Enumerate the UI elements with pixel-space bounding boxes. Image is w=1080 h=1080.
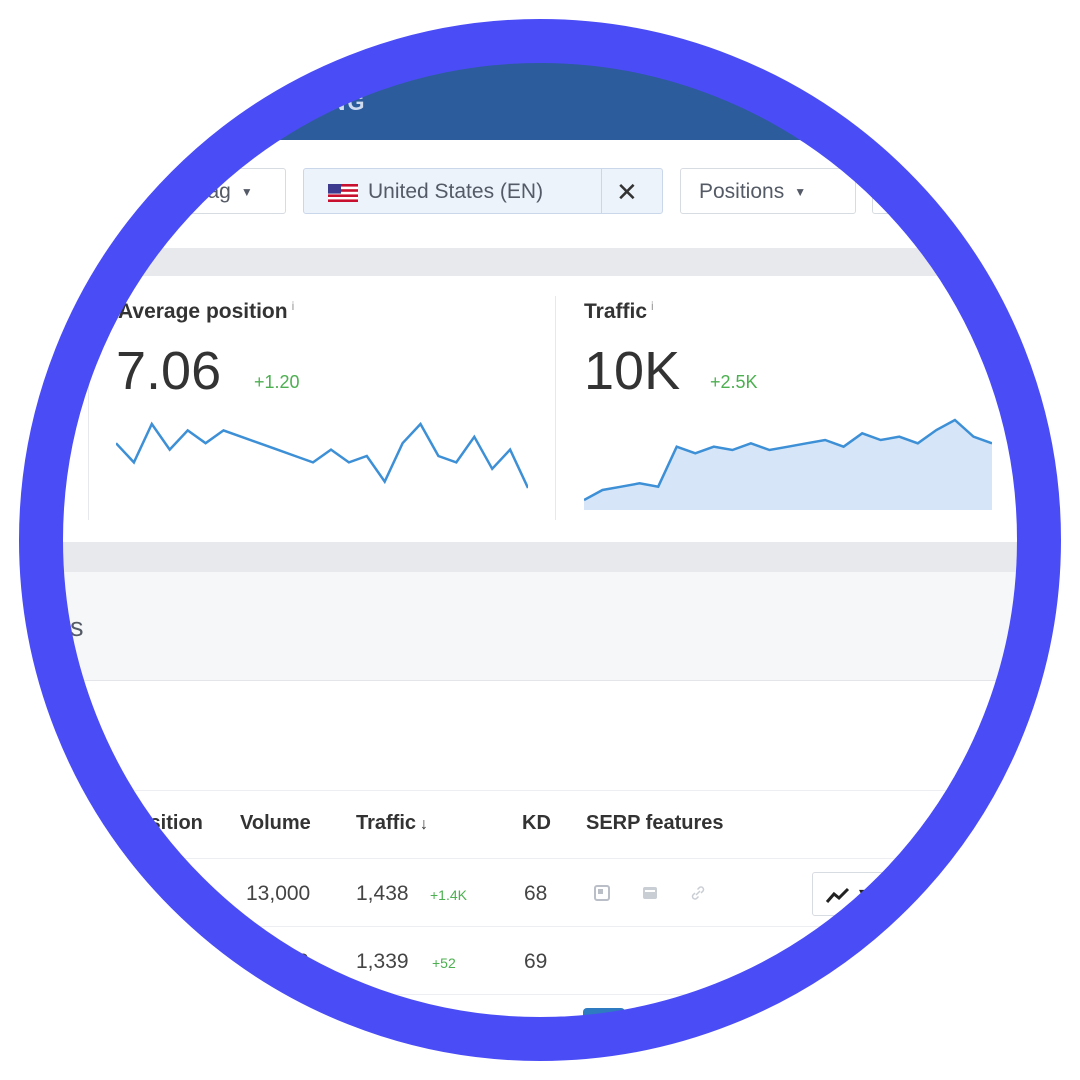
traffic-sparkline [584, 418, 992, 510]
traffic-delta: +1.4K [430, 887, 467, 903]
more-filter-label: V [889, 180, 904, 203]
positions-filter-label: Positions [699, 180, 785, 203]
traffic-value: 10K [584, 341, 681, 401]
kd-cell: 69 [524, 950, 548, 973]
column-header-traffic[interactable]: Traffic ↓ [356, 812, 428, 835]
app-header: SSING [0, 0, 1080, 140]
traffic-label: Traffic i [584, 299, 654, 323]
partial-sparkline [40, 464, 61, 476]
us-flag-icon [328, 184, 358, 202]
column-header-position[interactable]: Position [124, 812, 203, 835]
divider [0, 858, 1080, 859]
featured-snippet-icon [643, 887, 657, 899]
average-position-label: Average position i [118, 299, 295, 323]
country-filter-label: United States (EN) [368, 180, 544, 203]
divider [601, 169, 602, 213]
kd-cell: 61 [524, 1016, 548, 1039]
image-pack-icon [594, 885, 610, 901]
close-icon[interactable]: ✕ [616, 169, 638, 215]
link-icon [691, 886, 705, 900]
kd-cell: 68 [524, 882, 548, 905]
trend-line-icon [825, 887, 850, 903]
header-title: SSING [288, 90, 367, 115]
section-separator [0, 248, 1080, 276]
sitelinks-icon: ▪▪ [583, 1008, 625, 1044]
country-filter[interactable]: United States (EN) ✕ [303, 168, 663, 214]
divider [88, 296, 89, 520]
traffic-cell: 1,438 [356, 882, 409, 905]
volume-cell: ,000 [268, 950, 309, 973]
section-header [0, 572, 1080, 681]
positions-filter-dropdown[interactable]: Positions ▼ [680, 168, 856, 214]
divider [1018, 296, 1019, 520]
column-header-serp-features[interactable]: SERP features [586, 812, 723, 835]
sort-desc-icon: ↓ [420, 816, 429, 833]
traffic-cell: 1,339 [356, 950, 409, 973]
screenshot-stage: SSING Tag ▼ United States (EN) ✕ Position… [0, 0, 1080, 1080]
trend-chart-button[interactable] [808, 938, 888, 982]
tag-filter-label: Tag [197, 180, 231, 203]
chevron-down-icon: ▼ [240, 185, 253, 199]
chevron-down-icon: ▾ [859, 885, 868, 902]
zoomed-page: SSING Tag ▼ United States (EN) ✕ Position… [0, 0, 1080, 1080]
section-separator [0, 542, 1080, 572]
average-position-value: 7.06 [116, 341, 222, 401]
divider [0, 994, 1080, 995]
traffic-delta: +952 [442, 1022, 474, 1038]
column-header-volume[interactable]: Volume [240, 812, 311, 835]
divider [0, 790, 1080, 791]
sparkline-line [116, 421, 528, 489]
info-icon[interactable]: i [292, 299, 295, 313]
traffic-delta: +2.5K [710, 372, 758, 392]
chevron-down-icon: ▼ [794, 185, 807, 199]
info-icon[interactable]: i [651, 299, 654, 313]
traffic-delta: +52 [432, 955, 456, 971]
column-header-kd[interactable]: KD [522, 812, 551, 835]
divider [555, 296, 556, 520]
trend-chart-button[interactable]: ▾ [812, 872, 892, 916]
tag-filter-dropdown[interactable]: Tag ▼ [176, 168, 286, 214]
volume-cell: 13,000 [246, 882, 311, 905]
more-filter-dropdown[interactable]: V [872, 168, 992, 214]
average-position-sparkline [116, 421, 528, 489]
section-title: ges [40, 612, 84, 642]
divider [0, 926, 1080, 927]
average-position-delta: +1.20 [254, 372, 300, 392]
